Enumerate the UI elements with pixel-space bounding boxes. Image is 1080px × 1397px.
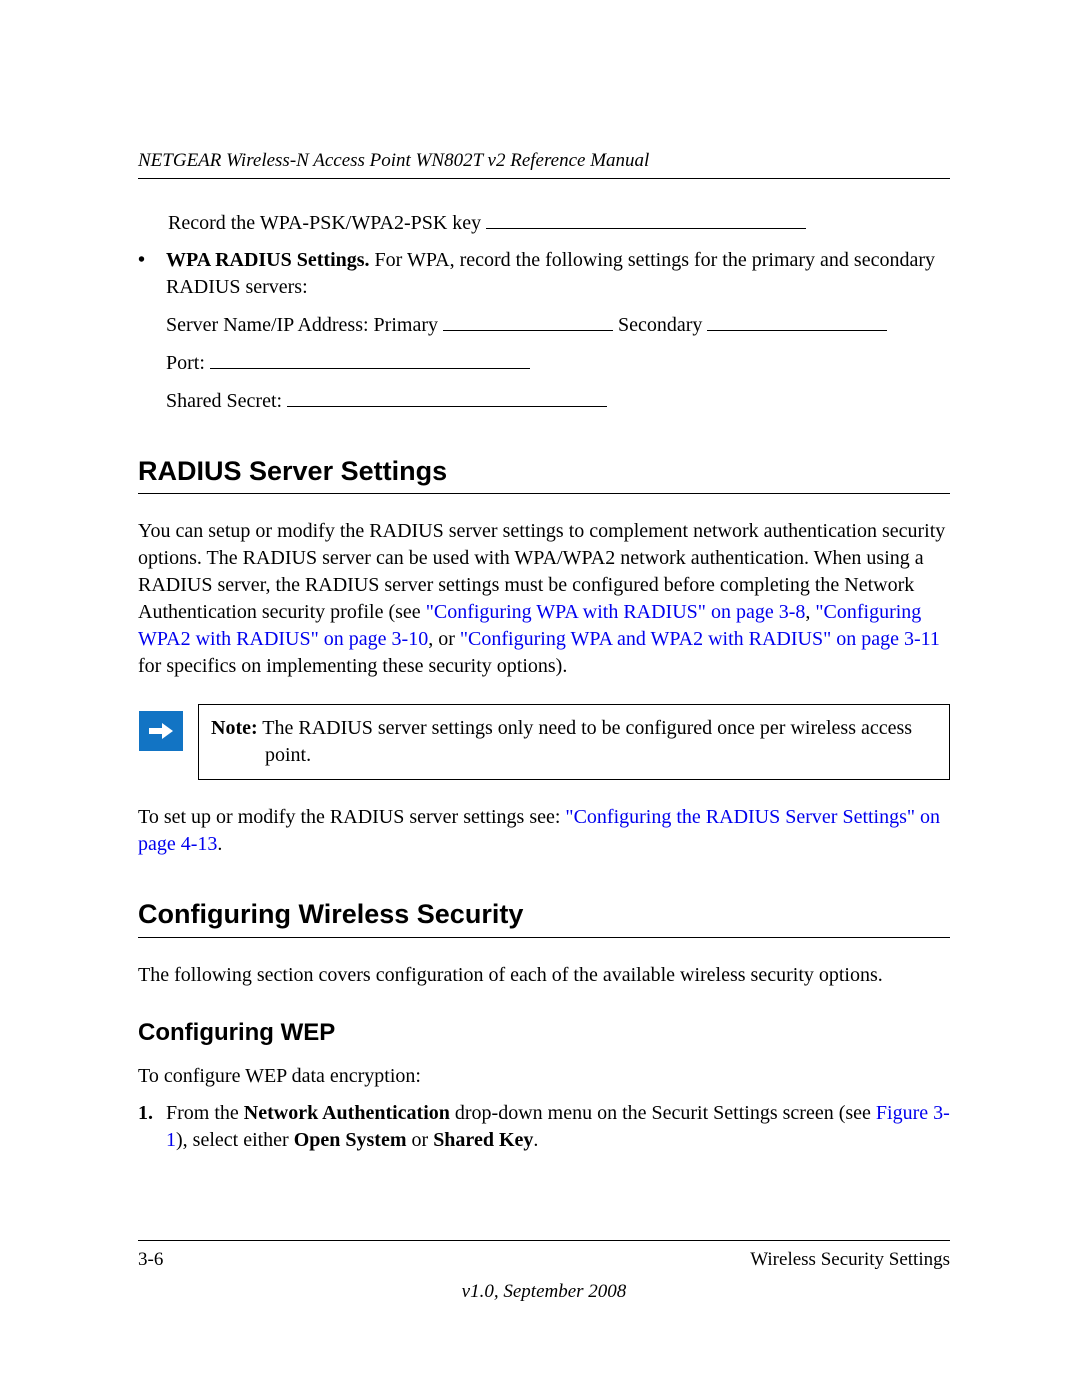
setup-text-a: To set up or modify the RADIUS server se… — [138, 806, 565, 828]
wpa-radius-bold: WPA RADIUS Settings. — [166, 249, 370, 271]
cws-paragraph: The following section covers configurati… — [138, 962, 950, 989]
body-content: Record the WPA-PSK/WPA2-PSK key • WPA RA… — [138, 209, 950, 1154]
shared-secret-label: Shared Secret: — [166, 390, 287, 412]
note-body: The RADIUS server settings only need to … — [258, 717, 912, 766]
port-line: Port: — [166, 349, 950, 377]
step-1-text: From the Network Authentication drop-dow… — [166, 1100, 950, 1154]
arrow-right-icon — [139, 711, 183, 751]
note-label: Note: — [211, 717, 258, 739]
setup-paragraph: To set up or modify the RADIUS server se… — [138, 804, 950, 858]
page-footer: 3-6 Wireless Security Settings v1.0, Sep… — [138, 1240, 950, 1303]
step1-bold-network-auth: Network Authentication — [244, 1102, 450, 1124]
footer-version: v1.0, September 2008 — [138, 1281, 950, 1303]
radius-paragraph: You can setup or modify the RADIUS serve… — [138, 518, 950, 680]
link-configuring-wpa-wpa2-radius[interactable]: "Configuring WPA and WPA2 with RADIUS" o… — [460, 628, 940, 650]
radius-sep1: , — [805, 601, 815, 623]
heading-configuring-wireless-security: Configuring Wireless Security — [138, 896, 950, 937]
wpa-radius-text: WPA RADIUS Settings. For WPA, record the… — [166, 247, 950, 415]
step1-bold-shared-key: Shared Key — [433, 1129, 533, 1151]
wpa-radius-bullet: • WPA RADIUS Settings. For WPA, record t… — [138, 247, 950, 415]
wep-intro: To configure WEP data encryption: — [138, 1063, 950, 1090]
step-1: 1. From the Network Authentication drop-… — [138, 1100, 950, 1154]
blank-line — [443, 311, 613, 331]
blank-line — [287, 387, 607, 407]
step1-d: or — [407, 1129, 434, 1151]
server-label-primary: Server Name/IP Address: Primary — [166, 314, 443, 336]
footer-row: 3-6 Wireless Security Settings — [138, 1249, 950, 1271]
document-page: NETGEAR Wireless-N Access Point WN802T v… — [0, 0, 1080, 1397]
port-label: Port: — [166, 352, 210, 374]
note-box: Note: The RADIUS server settings only ne… — [198, 704, 950, 780]
server-label-secondary: Secondary — [613, 314, 707, 336]
link-configuring-wpa-radius[interactable]: "Configuring WPA with RADIUS" on page 3-… — [426, 601, 806, 623]
setup-text-b: . — [217, 833, 222, 855]
page-number: 3-6 — [138, 1249, 163, 1271]
step1-a: From the — [166, 1102, 244, 1124]
heading-configuring-wep: Configuring WEP — [138, 1017, 950, 1049]
step1-c: ), select either — [176, 1129, 294, 1151]
radius-text-b: for specifics on implementing these secu… — [138, 655, 567, 677]
running-header: NETGEAR Wireless-N Access Point WN802T v… — [138, 150, 950, 179]
step-number: 1. — [138, 1100, 166, 1154]
step1-b: drop-down menu on the Securit Settings s… — [450, 1102, 876, 1124]
bullet-dot: • — [138, 247, 166, 415]
note-content: Note: The RADIUS server settings only ne… — [211, 715, 937, 769]
blank-line — [486, 209, 806, 229]
record-key-block: Record the WPA-PSK/WPA2-PSK key — [168, 209, 950, 237]
shared-secret-line: Shared Secret: — [166, 387, 950, 415]
radius-sep2: , or — [428, 628, 460, 650]
blank-line — [707, 311, 887, 331]
heading-radius-server-settings: RADIUS Server Settings — [138, 453, 950, 494]
blank-line — [210, 349, 530, 369]
step1-e: . — [533, 1129, 538, 1151]
step1-bold-open-system: Open System — [294, 1129, 407, 1151]
section-title: Wireless Security Settings — [750, 1249, 950, 1271]
server-line: Server Name/IP Address: Primary Secondar… — [166, 311, 950, 339]
footer-rule — [138, 1240, 950, 1241]
record-key-text: Record the WPA-PSK/WPA2-PSK key — [168, 212, 486, 234]
